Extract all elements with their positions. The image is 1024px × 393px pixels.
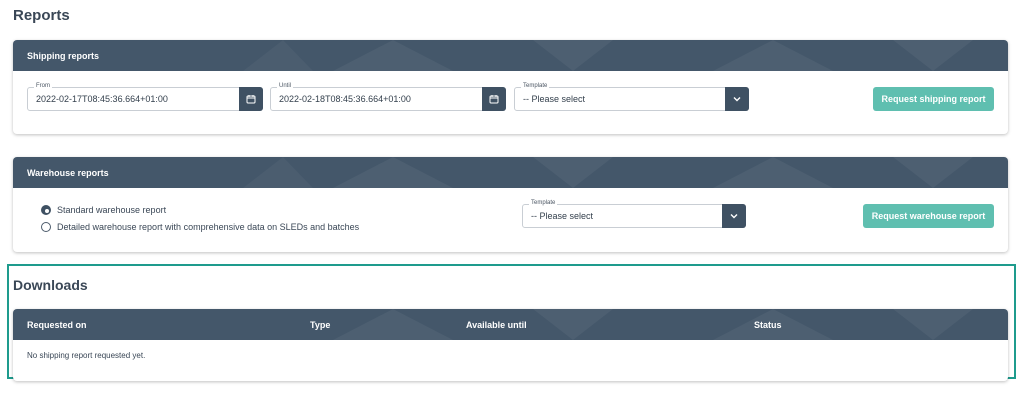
empty-message: No shipping report requested yet. bbox=[27, 351, 146, 360]
template-label: Template bbox=[521, 82, 550, 90]
from-value: 2022-02-17T08:45:36.664+01:00 bbox=[36, 94, 168, 104]
column-requested-on[interactable]: Requested on bbox=[27, 320, 87, 330]
warehouse-template-select[interactable]: Template -- Please select bbox=[522, 199, 746, 228]
column-available-until[interactable]: Available until bbox=[466, 320, 527, 330]
calendar-icon[interactable] bbox=[482, 87, 506, 111]
radio-detailed-label: Detailed warehouse report with comprehen… bbox=[57, 222, 360, 232]
warehouse-reports-card: Warehouse reports Standard warehouse rep… bbox=[13, 157, 1008, 252]
radio-unchecked-icon[interactable] bbox=[41, 222, 51, 232]
downloads-title: Downloads bbox=[13, 277, 88, 293]
until-value: 2022-02-18T08:45:36.664+01:00 bbox=[279, 94, 411, 104]
table-header: Requested on Type Available until Status bbox=[13, 309, 1008, 340]
request-warehouse-report-button[interactable]: Request warehouse report bbox=[863, 204, 994, 228]
from-label: From bbox=[34, 82, 52, 90]
shipping-reports-card: Shipping reports From 2022-02-17T08:45:3… bbox=[13, 40, 1008, 134]
column-status[interactable]: Status bbox=[754, 320, 782, 330]
template-value: -- Please select bbox=[531, 211, 594, 221]
shipping-reports-title: Shipping reports bbox=[27, 50, 99, 61]
until-date-field[interactable]: Until 2022-02-18T08:45:36.664+01:00 bbox=[270, 82, 506, 111]
chevron-down-icon[interactable] bbox=[722, 204, 746, 228]
radio-checked-icon[interactable] bbox=[41, 205, 51, 215]
warehouse-reports-title: Warehouse reports bbox=[27, 167, 109, 178]
warehouse-reports-header: Warehouse reports bbox=[13, 157, 1008, 188]
calendar-icon[interactable] bbox=[239, 87, 263, 111]
shipping-template-select[interactable]: Template -- Please select bbox=[514, 82, 749, 111]
header-pattern bbox=[243, 157, 973, 188]
template-label: Template bbox=[529, 199, 558, 207]
column-type[interactable]: Type bbox=[310, 320, 330, 330]
until-label: Until bbox=[277, 82, 294, 90]
radio-detailed-report[interactable]: Detailed warehouse report with comprehen… bbox=[41, 222, 359, 232]
radio-standard-label: Standard warehouse report bbox=[57, 205, 167, 215]
page-title: Reports bbox=[13, 7, 70, 24]
radio-standard-report[interactable]: Standard warehouse report bbox=[41, 205, 166, 215]
header-pattern bbox=[243, 40, 973, 71]
shipping-reports-header: Shipping reports bbox=[13, 40, 1008, 71]
downloads-table: Requested on Type Available until Status… bbox=[13, 309, 1008, 381]
request-shipping-report-button[interactable]: Request shipping report bbox=[873, 87, 994, 111]
template-value: -- Please select bbox=[523, 94, 586, 104]
chevron-down-icon[interactable] bbox=[725, 87, 749, 111]
from-date-field[interactable]: From 2022-02-17T08:45:36.664+01:00 bbox=[27, 82, 263, 111]
